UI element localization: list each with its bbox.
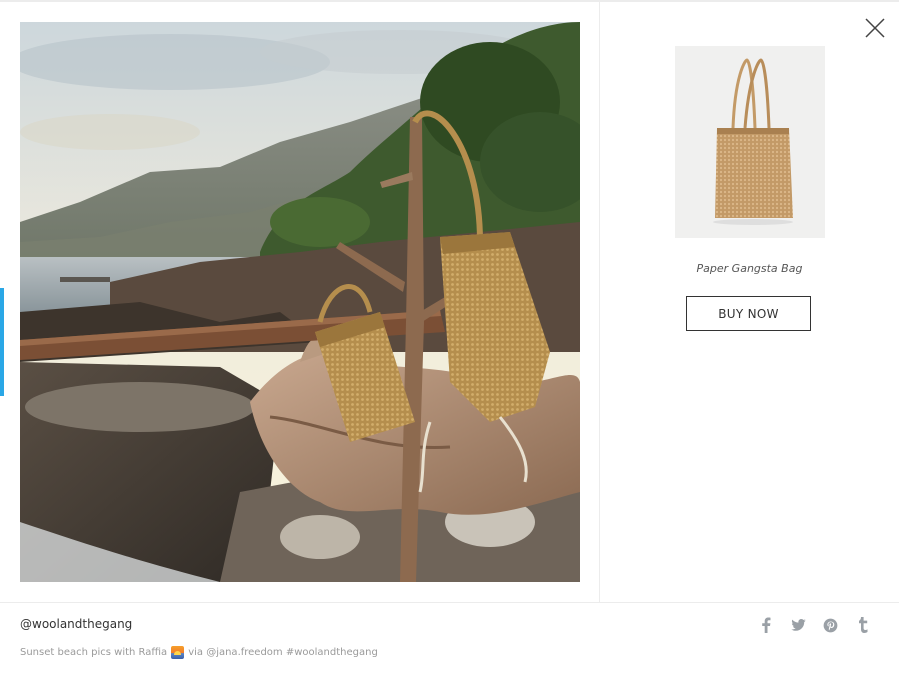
twitter-share-button[interactable] [789, 616, 807, 634]
buy-now-button[interactable]: BUY NOW [686, 296, 811, 331]
pinterest-icon [823, 618, 837, 632]
twitter-icon [790, 619, 806, 631]
instagram-username[interactable]: @woolandthegang [20, 617, 132, 631]
close-button[interactable] [862, 15, 888, 41]
close-icon [865, 18, 885, 38]
facebook-share-button[interactable] [757, 616, 775, 634]
instagram-photo [20, 22, 580, 582]
tumblr-share-button[interactable] [854, 616, 872, 634]
product-image[interactable] [675, 46, 825, 238]
product-name: Paper Gangsta Bag [696, 262, 803, 275]
caption-text-end[interactable]: via @jana.freedom #woolandthegang [188, 647, 378, 658]
facebook-icon [762, 617, 771, 633]
caption-text-start: Sunset beach pics with Raffia [20, 647, 168, 658]
footer-divider [0, 602, 899, 603]
top-border [0, 0, 899, 2]
sunset-emoji-icon [171, 646, 185, 659]
pinterest-share-button[interactable] [821, 616, 839, 634]
left-accent-bar [0, 288, 4, 396]
tumblr-icon [858, 617, 867, 633]
panel-divider [599, 2, 600, 602]
photo-caption: Sunset beach pics with Raffia via @jana.… [20, 646, 378, 659]
